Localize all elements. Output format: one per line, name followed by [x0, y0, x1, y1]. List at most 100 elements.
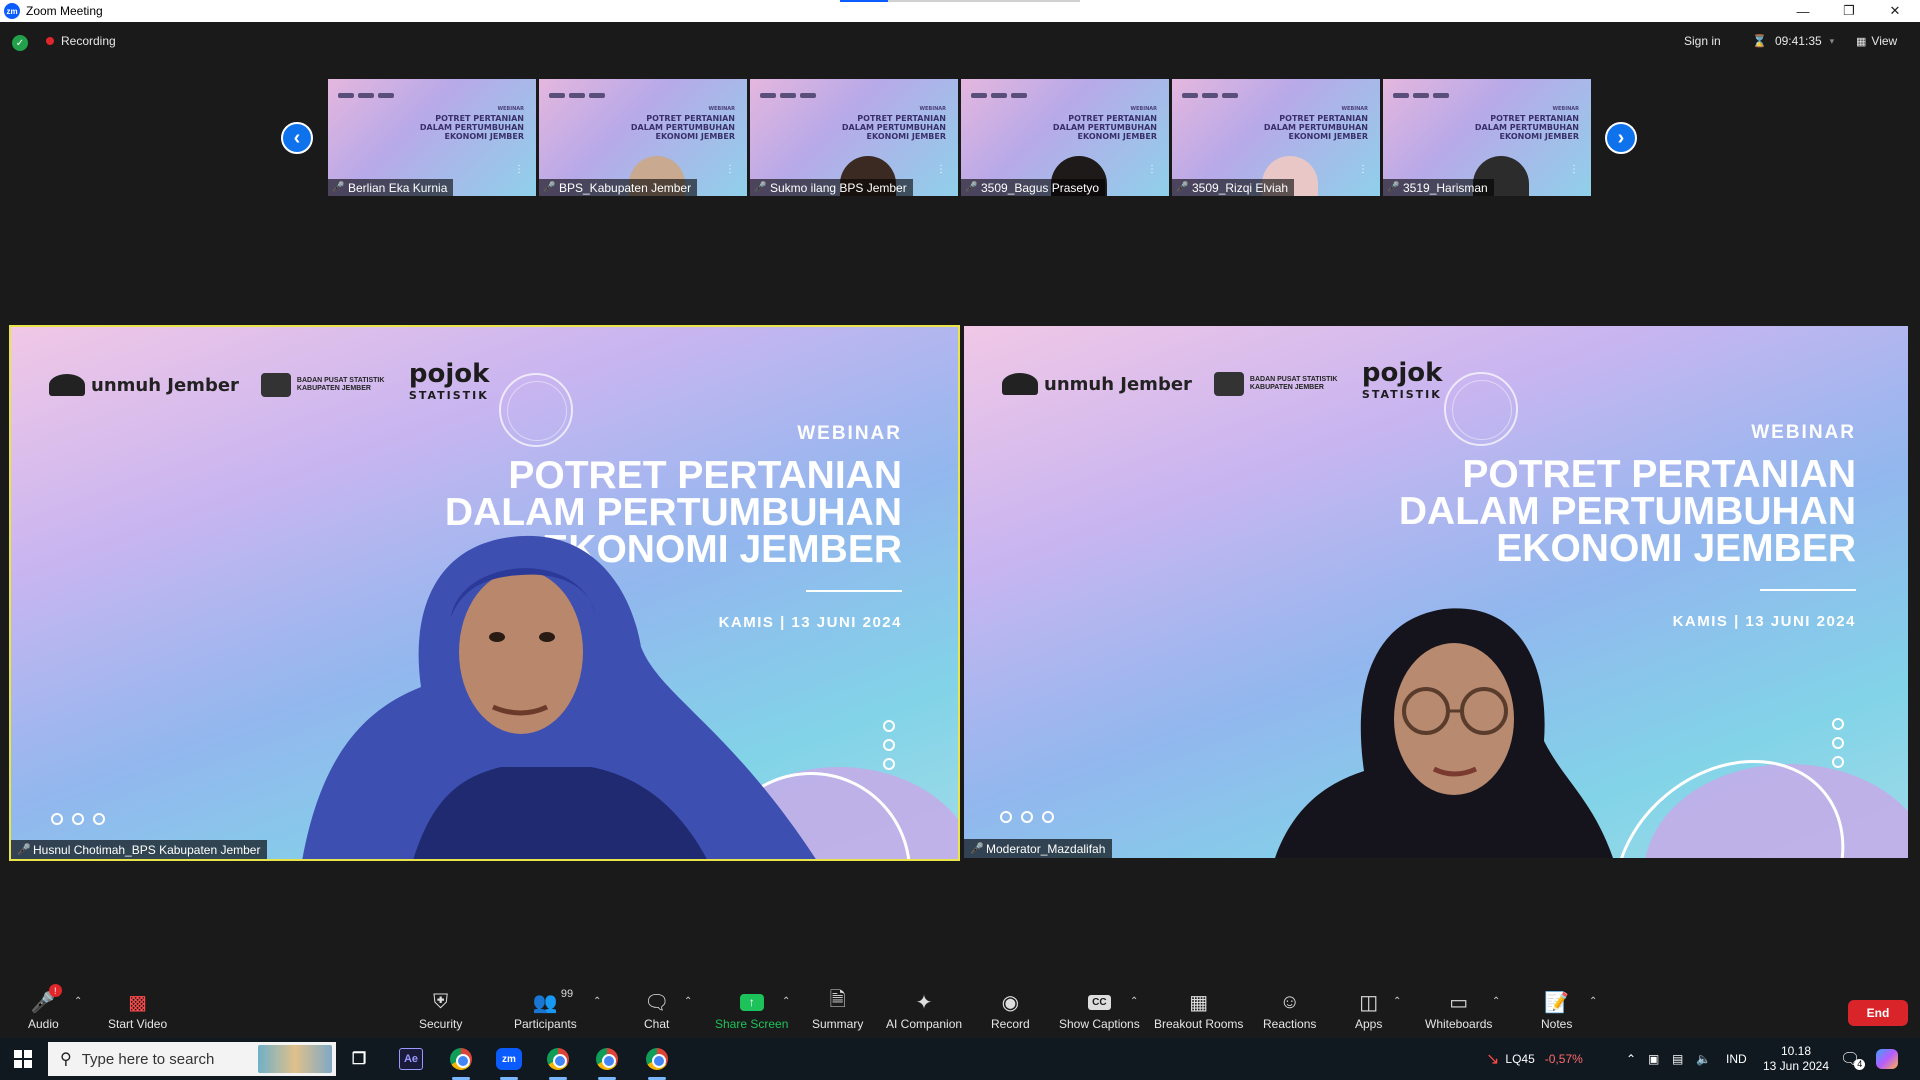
microphone-icon: 🎤 [17, 844, 31, 856]
more-options-icon[interactable]: ⋮ [1358, 164, 1368, 175]
unmuh-logo: unmuh Jember [49, 374, 239, 396]
participant-thumbnail[interactable]: WEBINAR POTRET PERTANIAN DALAM PERTUMBUHAN… [961, 79, 1169, 196]
chrome-profile-app-icon[interactable] [642, 1044, 672, 1080]
stock-widget[interactable]: ↘ LQ45 -0,57% [1486, 1038, 1583, 1080]
thumbnail-logos [549, 85, 619, 98]
camera-tray-icon[interactable]: ▣ [1648, 1038, 1659, 1080]
breakout-rooms-icon: ▦ [1189, 991, 1209, 1014]
microphone-icon: 🎤! [31, 984, 62, 1014]
ai-companion-button[interactable]: ✦ AI Companion [886, 990, 962, 1032]
participant-thumbnail[interactable]: WEBINAR POTRET PERTANIAN DALAM PERTUMBUHAN… [539, 79, 747, 196]
meeting-timer[interactable]: ⌛ 09:41:35 ▾ [1752, 34, 1834, 48]
participants-options-chevron-icon[interactable]: ⌃ [593, 996, 601, 1007]
restore-icon[interactable]: ❐ [1826, 0, 1872, 22]
pojok-statistik-logo: pojok STATISTIK [1361, 358, 1443, 401]
taskbar-search-box[interactable]: ⚲ Type here to search [48, 1042, 336, 1076]
more-options-icon[interactable]: ⋮ [1569, 164, 1579, 175]
more-options-icon[interactable]: ⋮ [936, 164, 946, 175]
view-button[interactable]: ▦ View [1856, 34, 1897, 48]
captions-options-chevron-icon[interactable]: ⌃ [1130, 996, 1138, 1007]
unmuh-logo: unmuh Jember [1002, 373, 1192, 395]
breakout-rooms-button[interactable]: ▦ Breakout Rooms [1154, 990, 1243, 1032]
participant-name-label: 🎤 Berlian Eka Kurnia [328, 179, 454, 196]
after-effects-app-icon[interactable]: Ae [396, 1044, 426, 1074]
participant-thumbnail[interactable]: WEBINAR POTRET PERTANIAN DALAM PERTUMBUHAN… [750, 79, 958, 196]
zoom-app-icon[interactable]: zm [494, 1044, 524, 1080]
recording-indicator[interactable]: Recording [46, 34, 116, 48]
end-meeting-button[interactable]: End [1848, 1000, 1908, 1026]
participants-button[interactable]: 👥 99 Participants [514, 988, 577, 1031]
previous-page-button[interactable]: ‹ [281, 122, 313, 154]
grid-view-icon: ▦ [1856, 35, 1867, 48]
microphone-muted-icon: 🎤 [1176, 182, 1189, 193]
participants-icon: 👥 99 [532, 988, 574, 1014]
more-options-icon[interactable]: ⋮ [514, 164, 524, 175]
chat-button[interactable]: 🗨 Chat [644, 990, 669, 1032]
chrome-profile-app-icon[interactable] [592, 1044, 622, 1080]
participant-thumbnail[interactable]: WEBINAR POTRET PERTANIAN DALAM PERTUMBUHAN… [328, 79, 536, 196]
next-page-button[interactable]: › [1605, 122, 1637, 154]
windows-logo-icon [14, 1050, 32, 1068]
sparkle-icon: ✦ [915, 991, 933, 1014]
chrome-profile-app-icon[interactable] [543, 1044, 573, 1080]
minimize-icon[interactable]: — [1780, 0, 1826, 22]
notes-options-chevron-icon[interactable]: ⌃ [1589, 996, 1597, 1007]
whiteboards-options-chevron-icon[interactable]: ⌃ [1492, 996, 1500, 1007]
more-options-icon[interactable]: ⋮ [1147, 164, 1157, 175]
bps-logo: BADAN PUSAT STATISTIK KABUPATEN JEMBER [1213, 372, 1340, 396]
summary-button[interactable]: 🗎 Summary [812, 989, 863, 1031]
windows-start-button[interactable] [0, 1038, 46, 1080]
video-tile[interactable]: unmuh Jember BADAN PUSAT STATISTIK KABUP… [964, 326, 1908, 858]
record-button[interactable]: ◉ Record [991, 990, 1030, 1032]
apps-button[interactable]: ◫ Apps [1355, 990, 1382, 1032]
microphone-muted-icon: 🎤 [332, 182, 345, 193]
decorative-dots [883, 720, 895, 770]
record-icon: ◉ [1001, 991, 1020, 1014]
recording-dot-icon [46, 37, 54, 45]
share-options-chevron-icon[interactable]: ⌃ [782, 996, 790, 1007]
show-hidden-icons-chevron-icon[interactable]: ⌃ [1626, 1038, 1636, 1080]
notification-center-icon[interactable]: 🗨 4 [1840, 1038, 1866, 1080]
show-captions-button[interactable]: CC Show Captions [1059, 990, 1140, 1031]
video-tile-active-speaker[interactable]: unmuh Jember BADAN PUSAT STATISTIK KABUP… [9, 325, 960, 861]
thumbnail-slide-title: WEBINAR POTRET PERTANIAN DALAM PERTUMBUHAN… [419, 106, 524, 141]
decorative-dots [51, 813, 105, 825]
participant-thumbnail[interactable]: WEBINAR POTRET PERTANIAN DALAM PERTUMBUHAN… [1172, 79, 1380, 196]
more-options-icon[interactable]: ⋮ [725, 164, 735, 175]
close-icon[interactable]: ✕ [1872, 0, 1918, 22]
volume-icon[interactable]: 🔈 [1696, 1038, 1711, 1080]
decorative-dots [1000, 811, 1054, 823]
share-screen-button[interactable]: ↑ Share Screen [715, 990, 788, 1031]
whiteboards-button[interactable]: ▭ Whiteboards [1425, 990, 1492, 1032]
notes-button[interactable]: 📝 Notes [1541, 990, 1572, 1032]
decorative-dots [1832, 718, 1844, 768]
copilot-icon[interactable] [1876, 1038, 1898, 1080]
participant-name-label: 🎤 Moderator_Mazdalifah [964, 839, 1113, 858]
speaker-video [302, 535, 816, 859]
network-icon[interactable]: ▤ [1672, 1038, 1683, 1080]
participant-name-label: 🎤 Husnul Chotimah_BPS Kabupaten Jember [11, 840, 268, 859]
start-video-button[interactable]: ▩ Start Video [108, 990, 167, 1032]
participant-thumbnail[interactable]: WEBINAR POTRET PERTANIAN DALAM PERTUMBUHAN… [1383, 79, 1591, 196]
thumbnail-slide-title: WEBINAR POTRET PERTANIAN DALAM PERTUMBUHAN… [1052, 106, 1157, 141]
task-view-icon[interactable]: ❐ [344, 1044, 374, 1074]
reactions-button[interactable]: ☺ Reactions [1263, 990, 1316, 1032]
apps-options-chevron-icon[interactable]: ⌃ [1393, 996, 1401, 1007]
apps-icon: ◫ [1359, 991, 1379, 1014]
thumbnail-slide-title: WEBINAR POTRET PERTANIAN DALAM PERTUMBUHAN… [1474, 106, 1579, 141]
audio-button[interactable]: 🎤! Audio [28, 984, 62, 1031]
clock[interactable]: 10.18 13 Jun 2024 [1760, 1038, 1832, 1080]
thumbnail-slide-title: WEBINAR POTRET PERTANIAN DALAM PERTUMBUHAN… [630, 106, 735, 141]
encryption-shield-icon[interactable]: ✓ [12, 35, 28, 51]
chat-options-chevron-icon[interactable]: ⌃ [684, 996, 692, 1007]
sign-in-button[interactable]: Sign in [1684, 34, 1721, 48]
audio-options-chevron-icon[interactable]: ⌃ [74, 996, 82, 1007]
chrome-app-icon[interactable] [446, 1044, 476, 1080]
thumbnail-logos [760, 85, 830, 98]
security-button[interactable]: ⛨ Security [419, 990, 462, 1032]
thumbnail-logos [1393, 85, 1463, 98]
slide-logos: unmuh Jember BADAN PUSAT STATISTIK KABUP… [49, 361, 489, 407]
thumbnail-logos [338, 85, 408, 98]
summary-document-icon: 🗎 [829, 989, 846, 1011]
language-indicator[interactable]: IND [1726, 1038, 1747, 1080]
